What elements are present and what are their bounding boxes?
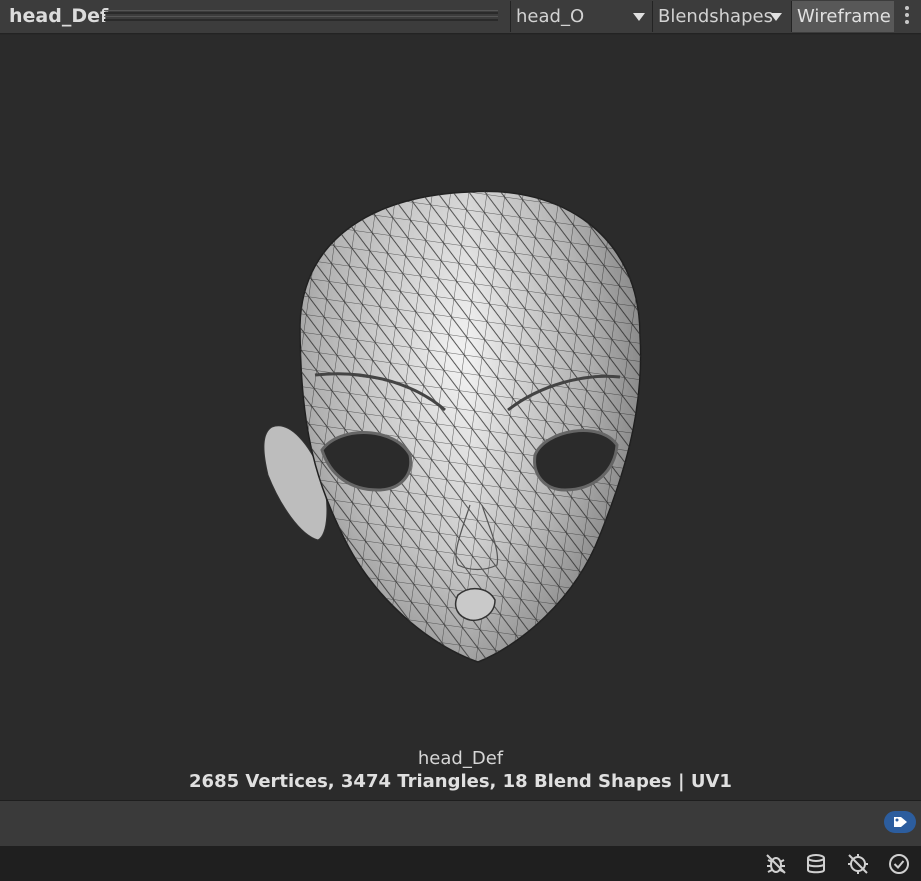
asset-title: head_Def xyxy=(9,5,109,27)
chevron-down-icon xyxy=(770,13,782,21)
wireframe-toggle[interactable]: Wireframe xyxy=(791,1,894,32)
mesh-preview-viewport[interactable]: head_Def 2685 Vertices, 3474 Triangles, … xyxy=(0,35,921,800)
drag-handle[interactable] xyxy=(104,10,498,21)
mesh-name-label: head_Def xyxy=(417,748,504,769)
check-circle-icon[interactable] xyxy=(887,852,911,876)
chevron-down-icon xyxy=(633,13,645,21)
status-bar xyxy=(0,846,921,881)
bug-icon[interactable] xyxy=(764,852,788,876)
network-icon[interactable] xyxy=(846,852,870,876)
submesh-dropdown-label: head_O xyxy=(516,6,585,27)
blendshapes-dropdown[interactable]: Blendshapes xyxy=(652,1,789,32)
preview-toolbar: head_Def head_O Blendshapes Wireframe xyxy=(0,0,921,34)
asset-labels-bar xyxy=(0,800,921,846)
submesh-dropdown[interactable]: head_O xyxy=(510,1,652,32)
tag-icon[interactable] xyxy=(884,811,916,833)
head-mesh-render xyxy=(263,190,642,663)
more-options-icon[interactable] xyxy=(900,6,914,28)
mesh-stats-label: 2685 Vertices, 3474 Triangles, 18 Blend … xyxy=(189,771,732,792)
layers-icon[interactable] xyxy=(804,852,828,876)
blendshapes-dropdown-label: Blendshapes xyxy=(658,6,773,27)
